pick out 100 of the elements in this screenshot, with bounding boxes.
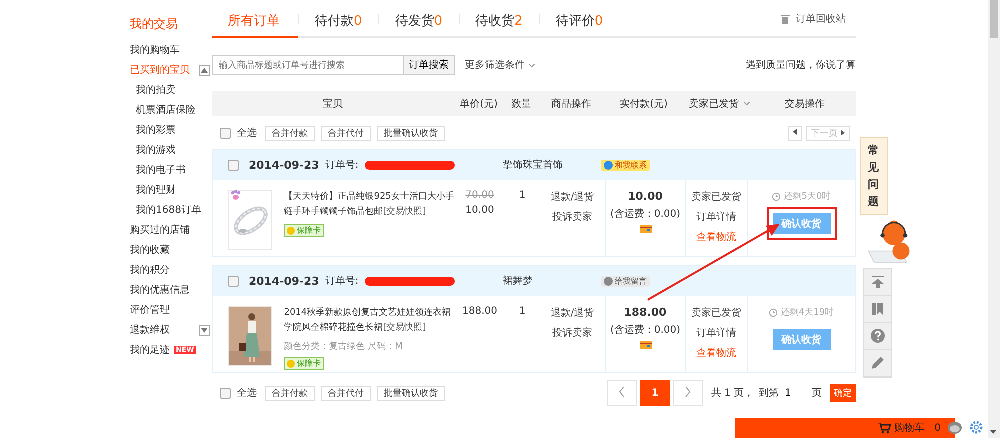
sidebar-item[interactable]: 我的购物车: [130, 43, 180, 57]
chevron-left-icon: [619, 386, 626, 396]
card-icon: [640, 225, 652, 236]
previous-page-button[interactable]: [788, 126, 802, 140]
order-tab[interactable]: 待付款0: [299, 2, 378, 36]
countdown: 还剩4天19时: [780, 306, 834, 319]
sidebar-subitem[interactable]: 我的理财: [136, 183, 176, 197]
batch-button[interactable]: 合并代付: [321, 126, 371, 140]
product-title[interactable]: 2014秋季新款原创复古文艺娃娃领连衣裙学院风全棉碎花撞色长裙[交易快照]: [284, 306, 455, 336]
checkbox[interactable]: [220, 128, 231, 138]
checkbox[interactable]: [228, 160, 239, 170]
column-header: 单价(元): [459, 98, 499, 110]
contact-badge[interactable]: 和我联系: [600, 160, 650, 170]
order-number-label: 订单号:: [325, 274, 359, 288]
clock-icon: [768, 308, 778, 317]
sidebar-item[interactable]: 评价管理: [130, 303, 170, 317]
quantity: 1: [519, 190, 526, 201]
expand-icon[interactable]: [199, 324, 210, 336]
cart-bar[interactable]: 购物车 0: [735, 418, 955, 438]
item-action-link[interactable]: 退款/退货: [550, 306, 594, 322]
order-status-link[interactable]: 订单详情: [696, 210, 736, 226]
caret-icon: [529, 64, 535, 68]
scrollbar[interactable]: [988, 0, 1000, 438]
scroll-thumb[interactable]: [990, 0, 998, 38]
unit-price: 10.00: [466, 205, 494, 216]
shipping-fee: (含运费：0.00): [610, 208, 681, 221]
order-date: 2014-09-23: [249, 274, 320, 288]
sidebar-item[interactable]: 退款维权: [130, 323, 170, 337]
checkbox[interactable]: [228, 276, 239, 286]
sidebar-item[interactable]: 我的优惠信息: [130, 283, 190, 297]
order-tab[interactable]: 待发货0: [379, 2, 459, 36]
right-triangle-icon: [841, 130, 845, 136]
sidebar-item[interactable]: 我的积分: [130, 263, 170, 277]
column-header: 实付款(元): [619, 98, 669, 110]
chevron-right-icon: [685, 386, 692, 396]
order-status-link[interactable]: 卖家已发货: [692, 306, 742, 322]
cart-label: 购物车: [894, 422, 925, 435]
batch-button[interactable]: 批量确认收货: [377, 126, 445, 140]
select-all-label: 全选: [237, 386, 257, 400]
countdown: 还剩5天0时: [784, 190, 832, 203]
column-header: 数量: [510, 98, 532, 110]
batch-button[interactable]: 批量确认收货: [377, 386, 445, 400]
chat-icon[interactable]: [948, 421, 962, 434]
scroll-arrow-icon[interactable]: [990, 430, 997, 434]
order-date: 2014-09-23: [249, 158, 320, 172]
column-header: 交易操作: [784, 98, 826, 110]
filter-dropdown[interactable]: 更多筛选条件: [465, 58, 535, 72]
sidebar-item[interactable]: 购买过的店铺: [130, 223, 190, 237]
guarantee-badge: 保障卡: [284, 357, 324, 370]
cart-count: 0: [934, 422, 941, 434]
sidebar-subitem[interactable]: 我的拍卖: [136, 83, 176, 97]
batch-button[interactable]: 合并付款: [265, 386, 315, 400]
select-all-label: 全选: [237, 126, 257, 140]
unit-price: 188.00: [462, 306, 498, 317]
sidebar-subitem[interactable]: 我的电子书: [136, 163, 186, 177]
order-number-label: 订单号:: [325, 158, 359, 172]
search-field[interactable]: 输入商品标题或订单号进行搜索: [212, 55, 404, 75]
page-total: 共 1 页，: [711, 386, 754, 400]
order-status-link[interactable]: 订单详情: [696, 326, 736, 342]
trash-icon: [781, 14, 790, 24]
sidebar-item[interactable]: 我的足迹: [130, 343, 170, 357]
shop-name[interactable]: 裙舞梦: [502, 274, 573, 288]
sidebar-title: 我的交易: [130, 16, 179, 33]
goto-label: 到第: [759, 387, 779, 400]
recycle-bin-link[interactable]: 订单回收站: [796, 12, 846, 26]
sidebar-subitem[interactable]: 我的彩票: [136, 123, 176, 137]
contact-badge[interactable]: 给我留言: [600, 276, 650, 286]
item-action-link[interactable]: 投诉卖家: [552, 210, 592, 226]
product-variant: 颜色分类：复古绿色 尺码：M: [284, 340, 403, 353]
shipping-fee: (含运费：0.00): [610, 324, 681, 337]
guarantee-badge: 保障卡: [284, 224, 324, 237]
sidebar-item[interactable]: 我的收藏: [130, 243, 170, 257]
shop-name[interactable]: 挚饰珠宝首饰: [502, 158, 573, 172]
sidebar-subitem[interactable]: 机票酒店保险: [136, 103, 196, 117]
order-tab[interactable]: 待评价0: [540, 2, 620, 36]
help-tag[interactable]: 常见问题: [860, 137, 888, 215]
item-action-link[interactable]: 退款/退货: [550, 190, 594, 206]
paid-amount: 188.00: [624, 306, 667, 319]
product-title[interactable]: 【天天特价】正品纯银925女士活口大小手链手环手镯镯子饰品包邮[交易快照]: [284, 190, 455, 220]
order-tab[interactable]: 待收货2: [460, 2, 539, 36]
item-action-link[interactable]: 投诉卖家: [552, 326, 592, 342]
left-triangle-icon: [793, 129, 798, 135]
column-header: 卖家已发货: [688, 98, 740, 110]
sidebar-subitem[interactable]: 我的游戏: [136, 143, 176, 157]
page-unit: 页: [812, 387, 822, 400]
notice-link[interactable]: 遇到质量问题，你说了算: [746, 58, 856, 72]
sidebar-subitem[interactable]: 我的1688订单: [136, 203, 202, 217]
order-status-link[interactable]: 卖家已发货: [692, 190, 742, 206]
batch-button[interactable]: 合并代付: [321, 386, 371, 400]
batch-button[interactable]: 合并付款: [265, 126, 315, 140]
column-header: 商品操作: [550, 98, 592, 110]
paid-amount: 10.00: [628, 190, 663, 203]
settings-icon[interactable]: [970, 421, 983, 434]
checkbox[interactable]: [220, 388, 231, 398]
original-price: 70.00: [466, 190, 494, 201]
column-header: 宝贝: [322, 98, 344, 110]
clock-icon: [772, 192, 781, 201]
collapse-icon[interactable]: [199, 64, 210, 76]
search-button[interactable]: 订单搜索: [404, 55, 455, 75]
quantity: 1: [519, 306, 526, 317]
